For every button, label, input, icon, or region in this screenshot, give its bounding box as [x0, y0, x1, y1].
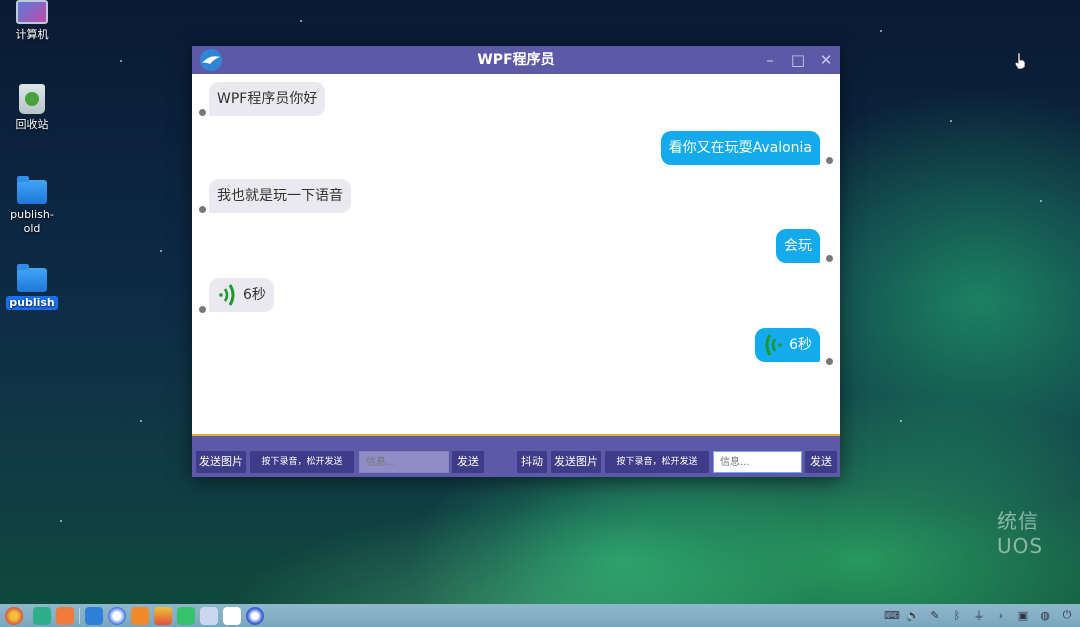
folder-icon	[17, 176, 47, 204]
folder-icon	[17, 264, 47, 292]
message-input[interactable]	[359, 451, 449, 473]
trash-icon	[19, 84, 45, 114]
app-center-icon[interactable]	[131, 606, 149, 625]
settings-icon[interactable]	[246, 606, 264, 625]
read-status-icon	[826, 157, 833, 164]
computer-icon	[16, 0, 48, 24]
voice-message-bubble[interactable]: 6秒	[755, 328, 820, 362]
message-list[interactable]: WPF程序员你好 看你又在玩耍Avalonia 我也就是玩一下语音 会玩 6秒	[192, 74, 840, 434]
desktop-icon-label: publish-old	[10, 208, 54, 235]
input-toolbar: 发送图片 按下录音，松开发送 发送 抖动 发送图片 按下录音，松开发送 发送	[192, 434, 840, 477]
expand-tray-icon[interactable]: ›	[994, 609, 1008, 622]
bluetooth-icon[interactable]: ᛒ	[950, 609, 964, 622]
message-text: 会玩	[784, 238, 812, 254]
message-text: 我也就是玩一下语音	[217, 188, 343, 204]
music-icon[interactable]	[177, 606, 195, 625]
message-bubble[interactable]: 会玩	[776, 229, 820, 263]
document-icon[interactable]	[200, 606, 218, 625]
close-button[interactable]: ✕	[818, 52, 834, 68]
message-text: 看你又在玩耍Avalonia	[668, 140, 812, 156]
multitask-icon[interactable]	[33, 606, 51, 625]
desktop-icon-label: 计算机	[15, 28, 49, 41]
hand-cursor-icon	[1014, 52, 1026, 70]
desktop-icon-label: publish	[6, 296, 58, 310]
desktop-icon-publish[interactable]: publish	[2, 264, 62, 310]
network-icon[interactable]: ◍	[1038, 609, 1052, 622]
record-voice-button[interactable]: 按下录音，松开发送	[250, 451, 354, 473]
photos-icon[interactable]	[154, 606, 172, 625]
read-status-icon	[826, 358, 833, 365]
voice-duration: 6秒	[243, 287, 266, 303]
pen-icon[interactable]: ✎	[928, 609, 942, 622]
message-text: WPF程序员你好	[217, 91, 318, 107]
notification-icon[interactable]: ▣	[1016, 609, 1030, 622]
voice-message-bubble[interactable]: 6秒	[209, 278, 274, 312]
window-title: WPF程序员	[477, 52, 555, 68]
voice-wave-icon	[765, 334, 782, 356]
chat-window: WPF程序员 – □ ✕ WPF程序员你好 看你又在玩耍Avalonia 我也就…	[192, 46, 840, 477]
usb-icon[interactable]: ⏚	[972, 607, 986, 623]
keyboard-icon[interactable]: ⌨	[884, 609, 900, 622]
minimize-button[interactable]: –	[762, 52, 778, 68]
read-status-icon	[826, 255, 833, 262]
power-icon[interactable]: ⏻	[1060, 608, 1074, 622]
message-bubble[interactable]: 看你又在玩耍Avalonia	[660, 131, 820, 165]
title-bar[interactable]: WPF程序员 – □ ✕	[192, 46, 840, 74]
desktop-icon-computer[interactable]: 计算机	[2, 0, 62, 42]
message-bubble[interactable]: 我也就是玩一下语音	[209, 179, 351, 213]
message-bubble[interactable]: WPF程序员你好	[209, 82, 326, 116]
voice-duration: 6秒	[789, 337, 812, 353]
app-store-icon[interactable]	[56, 606, 74, 625]
launcher-icon[interactable]	[5, 606, 23, 625]
send-button[interactable]: 发送	[452, 451, 484, 473]
read-status-icon	[199, 206, 206, 213]
calendar-icon[interactable]	[223, 606, 241, 625]
read-status-icon	[199, 306, 206, 313]
maximize-button[interactable]: □	[790, 52, 806, 68]
send-image-button[interactable]: 发送图片	[551, 451, 601, 473]
voice-wave-icon	[219, 284, 235, 306]
send-button[interactable]: 发送	[805, 451, 837, 473]
volume-icon[interactable]: 🔈	[906, 609, 920, 622]
shake-button[interactable]: 抖动	[517, 451, 547, 473]
send-image-button[interactable]: 发送图片	[196, 451, 246, 473]
desktop-icon-label: 回收站	[15, 118, 49, 131]
desktop-icon-trash[interactable]: 回收站	[2, 84, 62, 132]
desktop-icon-publish-old[interactable]: publish-old	[2, 176, 62, 236]
message-input[interactable]	[713, 451, 802, 473]
read-status-icon	[199, 109, 206, 116]
system-tray: ⌨ 🔈 ✎ ᛒ ⏚ › ▣ ◍ ⏻	[884, 607, 1074, 623]
file-manager-icon[interactable]	[85, 606, 103, 625]
os-watermark: 统信UOS	[997, 509, 1044, 558]
browser-icon[interactable]	[108, 606, 126, 625]
taskbar: ⌨ 🔈 ✎ ᛒ ⏚ › ▣ ◍ ⏻	[0, 604, 1080, 627]
record-voice-button[interactable]: 按下录音，松开发送	[605, 451, 709, 473]
